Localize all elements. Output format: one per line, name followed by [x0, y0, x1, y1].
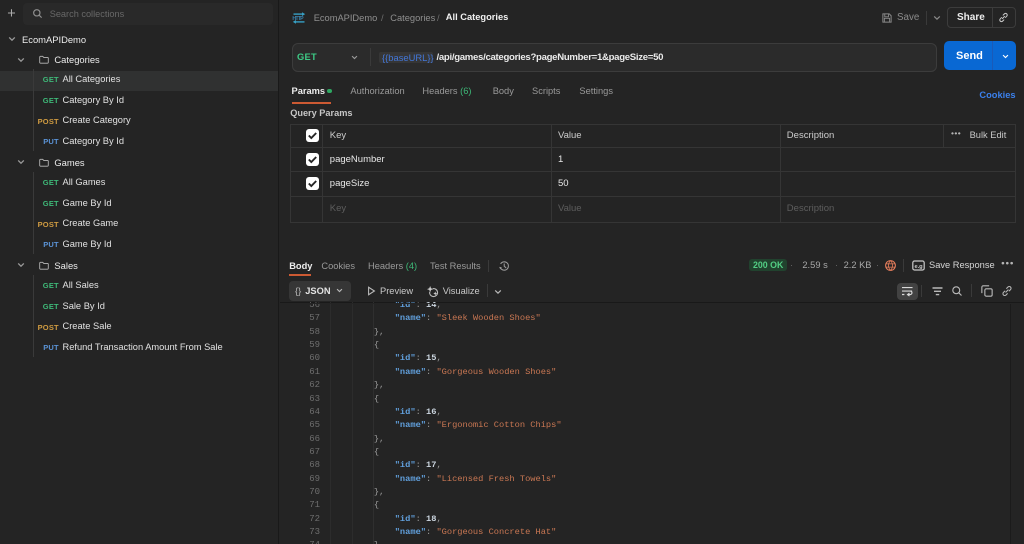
- svg-text:e.g: e.g: [914, 264, 923, 270]
- svg-text:HTTP: HTTP: [292, 16, 304, 22]
